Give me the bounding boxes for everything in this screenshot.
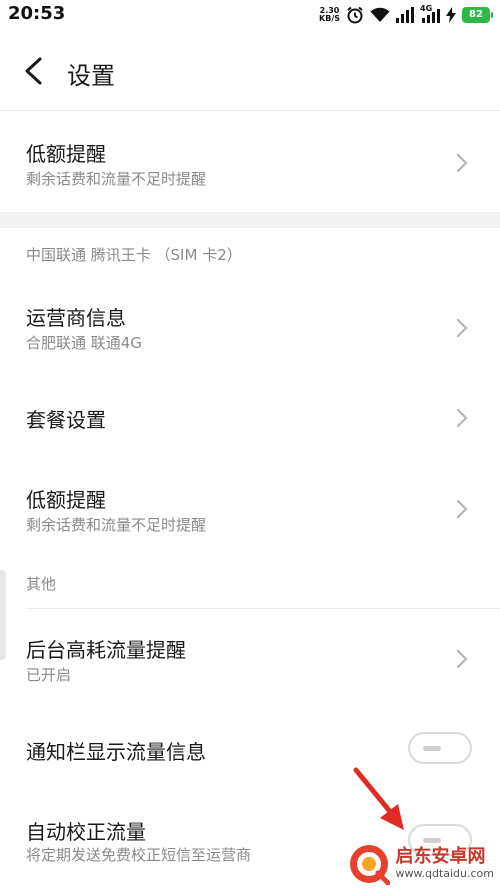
edge-gesture-handle[interactable] [0, 570, 6, 660]
alarm-icon [347, 6, 363, 24]
row-subtitle: 剩余话费和流量不足时提醒 [26, 170, 207, 188]
chevron-right-icon [456, 499, 468, 519]
section-separator [0, 212, 500, 228]
notification-traffic-item: 通知栏显示流量信息 [0, 710, 500, 790]
signal-icon [396, 7, 414, 23]
section-label-sim2: 中国联通 腾讯王卡 （SIM 卡2） [26, 246, 242, 264]
divider [26, 608, 500, 609]
background-usage-reminder-item[interactable]: 后台高耗流量提醒 已开启 [0, 612, 500, 708]
row-title: 后台高耗流量提醒 [26, 638, 186, 662]
notification-traffic-toggle[interactable] [408, 732, 472, 764]
signal-4g-icon: 4G [420, 4, 440, 23]
section-label-other: 其他 [26, 575, 57, 593]
status-bar: 20:53 2.30 KB/S 4G 82 [0, 0, 500, 30]
chevron-right-icon [456, 649, 468, 669]
row-title: 套餐设置 [26, 408, 106, 432]
charging-icon [446, 7, 456, 23]
watermark-logo-icon [349, 845, 390, 885]
net-speed: 2.30 KB/S [319, 7, 340, 23]
row-title: 自动校正流量 [26, 820, 146, 844]
page-title: 设置 [67, 62, 115, 90]
watermark: 启东安卓网 www.qdtaidu.com [348, 843, 495, 885]
status-icons: 2.30 KB/S 4G 82 [319, 4, 493, 26]
row-title: 运营商信息 [26, 306, 126, 330]
row-title: 低额提醒 [26, 488, 106, 512]
row-subtitle: 已开启 [26, 666, 72, 684]
annotation-arrow-icon [353, 767, 404, 830]
row-title: 低额提醒 [26, 142, 106, 166]
row-subtitle: 合肥联通 联通4G [26, 334, 142, 352]
status-time: 20:53 [8, 3, 66, 24]
wifi-icon [370, 7, 390, 22]
chevron-right-icon [456, 153, 468, 173]
watermark-url: www.qdtaidu.com [395, 867, 495, 880]
battery-indicator: 82 [462, 7, 493, 23]
chevron-right-icon [456, 408, 468, 428]
chevron-right-icon [456, 318, 468, 338]
row-subtitle: 剩余话费和流量不足时提醒 [26, 516, 207, 534]
carrier-info-item[interactable]: 运营商信息 合肥联通 联通4G [0, 282, 500, 372]
watermark-name: 启东安卓网 [395, 846, 486, 867]
plan-settings-item[interactable]: 套餐设置 [0, 380, 500, 456]
low-balance-reminder-item-sim2[interactable]: 低额提醒 剩余话费和流量不足时提醒 [0, 460, 500, 560]
row-subtitle: 将定期发送免费校正短信至运营商 [26, 846, 252, 864]
header: 设置 [0, 42, 500, 111]
net-speed-unit: KB/S [319, 14, 340, 23]
back-arrow-icon[interactable] [20, 56, 46, 86]
row-title: 通知栏显示流量信息 [26, 740, 206, 764]
toggle-knob [423, 746, 441, 751]
low-balance-reminder-item[interactable]: 低额提醒 剩余话费和流量不足时提醒 [0, 112, 500, 212]
